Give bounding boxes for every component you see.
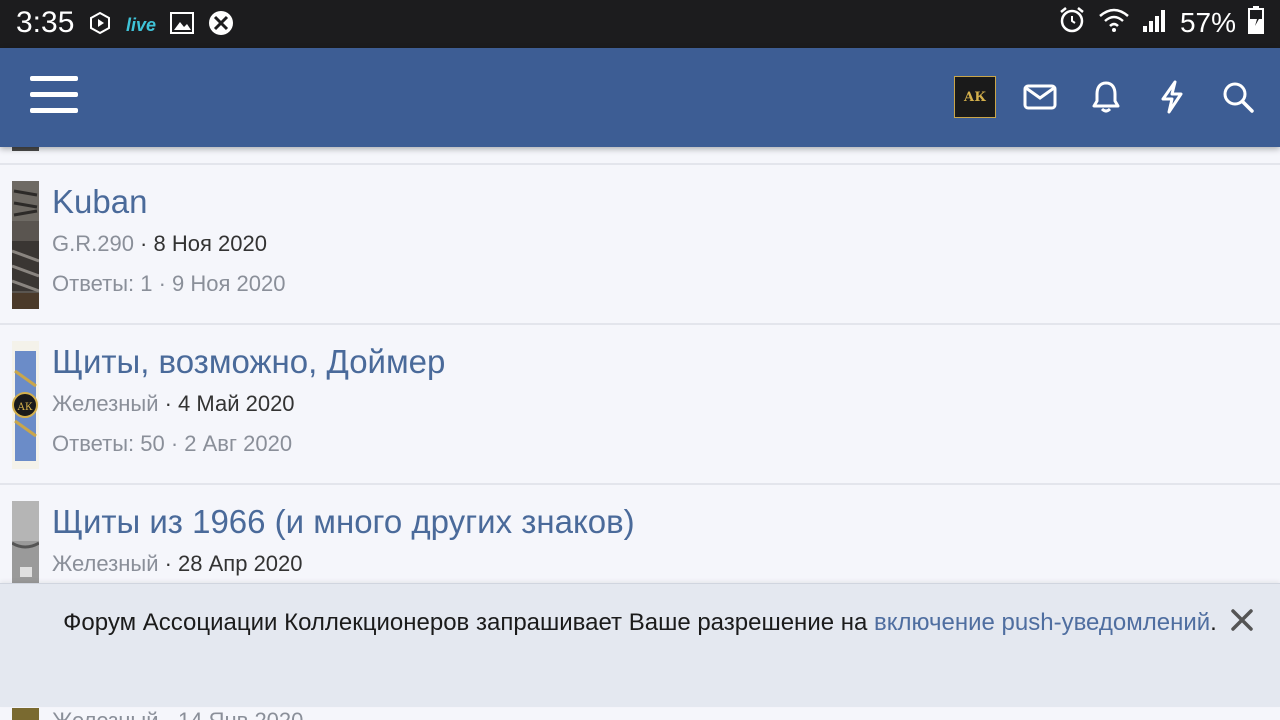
image-icon: [170, 12, 195, 39]
thread-title[interactable]: Щиты из 1966 (и много других знаков): [52, 503, 635, 541]
thread-meta: G.R.290 · 8 Ноя 2020: [52, 231, 267, 256]
hexagon-play-icon: [88, 11, 112, 40]
thread-title[interactable]: Щиты, возможно, Доймер: [52, 343, 445, 381]
thread-meta: Железный · 14 Янв 2020: [52, 708, 303, 720]
inbox-button[interactable]: [1018, 75, 1062, 119]
thread-title[interactable]: Kuban: [52, 183, 147, 221]
close-icon: [1231, 609, 1253, 631]
thread-item[interactable]: Kuban G.R.290 · 8 Ноя 2020 Ответы: 1 · 9…: [0, 165, 1280, 325]
push-notice-banner: Форум Ассоциации Коллекционеров запрашив…: [0, 583, 1280, 707]
status-time: 3:35: [16, 6, 75, 39]
thread-item-partial: [0, 147, 1280, 165]
whats-new-button[interactable]: [1150, 75, 1194, 119]
thread-last-date: 2 Авг 2020: [184, 431, 293, 456]
user-avatar[interactable]: АК: [954, 76, 996, 118]
mail-icon: [1023, 84, 1057, 110]
thread-date: 4 Май 2020: [178, 391, 295, 416]
signal-icon: [1142, 8, 1168, 37]
thread-author[interactable]: Железный: [52, 551, 158, 576]
notification-icons: live: [88, 10, 234, 41]
bell-icon: [1092, 81, 1120, 113]
thread-list: Kuban G.R.290 · 8 Ноя 2020 Ответы: 1 · 9…: [0, 147, 1280, 645]
thread-thumbnail: [12, 147, 39, 151]
thread-replies: Ответы: 50: [52, 431, 165, 456]
status-bar: 3:35 live 57%: [0, 0, 1280, 48]
menu-icon: [30, 76, 78, 81]
blocked-app-icon: [208, 10, 234, 41]
push-notice-text: Форум Ассоциации Коллекционеров запрашив…: [63, 609, 1217, 636]
thread-item[interactable]: АК Щиты, возможно, Доймер Железный · 4 М…: [0, 325, 1280, 485]
thread-replies: Ответы: 1: [52, 271, 153, 296]
thread-date: 8 Ноя 2020: [153, 231, 267, 256]
lightning-icon: [1161, 80, 1183, 114]
thread-last-date: 9 Ноя 2020: [172, 271, 286, 296]
thread-date: 28 Апр 2020: [178, 551, 303, 576]
wifi-icon: [1098, 7, 1130, 38]
battery-percent: 57%: [1179, 6, 1236, 38]
battery-charging-icon: [1248, 6, 1264, 39]
thread-author[interactable]: G.R.290: [52, 231, 134, 256]
thread-thumbnail: [12, 181, 39, 309]
search-icon: [1223, 82, 1254, 113]
header-actions: АК: [954, 75, 1260, 119]
thread-meta: Железный · 4 Май 2020: [52, 391, 295, 416]
thread-thumbnail: АК: [12, 341, 39, 469]
thread-stats: Ответы: 1 · 9 Ноя 2020: [52, 271, 286, 296]
system-icons: 57%: [1058, 6, 1264, 39]
thread-meta: Железный · 28 Апр 2020: [52, 551, 303, 576]
alerts-button[interactable]: [1084, 75, 1128, 119]
thread-thumbnail: [12, 708, 39, 720]
menu-button[interactable]: [30, 76, 78, 118]
app-header: АК: [0, 48, 1280, 147]
thread-stats: Ответы: 50 · 2 Авг 2020: [52, 431, 293, 456]
close-notice-button[interactable]: [1224, 602, 1260, 638]
enable-push-link[interactable]: включение push-уведомлений: [874, 609, 1210, 636]
thread-author[interactable]: Железный: [52, 391, 158, 416]
svg-text:АК: АК: [17, 402, 33, 413]
search-button[interactable]: [1216, 75, 1260, 119]
live-icon: live: [126, 15, 157, 35]
alarm-icon: [1058, 6, 1086, 39]
